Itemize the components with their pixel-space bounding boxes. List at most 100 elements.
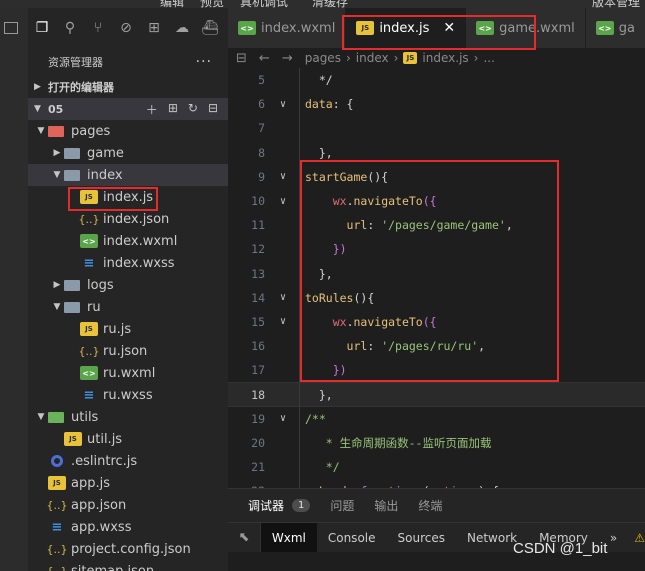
close-icon[interactable]: ✕: [443, 20, 455, 36]
code-text: url: '/pages/ru/ru',: [293, 339, 486, 354]
indent-guide: [299, 406, 300, 431]
editor-tab[interactable]: <> index.wxml: [228, 8, 347, 48]
source-control-icon[interactable]: ⑂: [84, 8, 112, 48]
tree-item-label: util.js: [87, 431, 123, 447]
code-token: '/pages/game/game': [381, 218, 506, 233]
code-text: url: '/pages/game/game',: [293, 218, 513, 232]
panel-tab[interactable]: 调试器 1: [248, 497, 311, 514]
tree-item[interactable]: ▶ logs: [28, 274, 228, 296]
simulator-icon[interactable]: [4, 22, 18, 34]
editor-tab[interactable]: <> ga: [585, 8, 645, 48]
menu-clear-cache[interactable]: 清缓存: [312, 0, 348, 8]
panel-tab[interactable]: 终端: [418, 497, 442, 514]
project-section[interactable]: ▼ 05 ＋ ⊞ ↻ ⊟: [28, 98, 228, 120]
tree-item[interactable]: ≡ index.wxss: [28, 252, 228, 274]
tree-item[interactable]: {..} project.config.json: [28, 538, 228, 560]
panel-tab[interactable]: 问题: [330, 497, 354, 514]
editor-tab[interactable]: JS index.js ✕: [346, 8, 467, 48]
search-icon[interactable]: ⚲: [56, 8, 84, 48]
folder-icon: [48, 125, 64, 137]
indent-guide: [299, 92, 300, 117]
tree-item-label: index.wxml: [103, 233, 178, 249]
menu-edit[interactable]: 编辑: [160, 0, 184, 8]
tree-item[interactable]: ≡ app.wxss: [28, 516, 228, 538]
devtools-tab[interactable]: Console: [317, 523, 387, 553]
code-editor[interactable]: 5 */6 ∨ data: {7 8 }, 9 ∨ startGame(){10 ∨ wx.n…: [228, 68, 645, 488]
code-token: */: [305, 460, 340, 475]
code-token: :: [367, 218, 382, 233]
tree-item[interactable]: ▼ pages: [28, 120, 228, 142]
fold-chevron-icon[interactable]: ∨: [273, 316, 293, 327]
tree-item[interactable]: JS util.js: [28, 428, 228, 450]
extensions-icon[interactable]: ⊞: [140, 8, 168, 48]
chevron-right-icon: ▶: [53, 280, 61, 290]
tree-item[interactable]: ▼ utils: [28, 406, 228, 428]
tree-item[interactable]: JS app.js: [28, 472, 228, 494]
inspect-element-icon[interactable]: ⬉: [228, 522, 261, 553]
tree-item[interactable]: {..} ru.json: [28, 340, 228, 362]
breadcrumb-separator-icon: ›: [393, 51, 399, 65]
docker-icon[interactable]: ⛴: [196, 8, 224, 48]
code-token: },: [305, 387, 333, 402]
code-token: */: [305, 73, 333, 88]
fold-chevron-icon[interactable]: ∨: [273, 171, 293, 182]
panel-tab[interactable]: 输出: [374, 497, 398, 514]
devtools-tab[interactable]: Wxml: [260, 522, 317, 553]
breadcrumb-index[interactable]: index: [356, 51, 389, 65]
breadcrumb-pages[interactable]: pages: [305, 51, 341, 65]
fold-chevron-icon[interactable]: ∨: [273, 99, 293, 110]
chevron-right-icon: ▶: [53, 148, 61, 158]
menu-version[interactable]: 版本管理: [592, 0, 640, 8]
new-folder-icon[interactable]: ⊞: [168, 101, 178, 118]
breadcrumb-separator-icon: ›: [473, 51, 479, 65]
tree-item[interactable]: ▶ game: [28, 142, 228, 164]
tree-item[interactable]: {..} app.json: [28, 494, 228, 516]
fold-chevron-icon[interactable]: ∨: [273, 292, 293, 303]
more-actions-icon[interactable]: ···: [196, 54, 212, 70]
tree-item[interactable]: JS ru.js: [28, 318, 228, 340]
tree-item[interactable]: {..} index.json: [28, 208, 228, 230]
refresh-icon[interactable]: ↻: [188, 101, 198, 118]
files-icon[interactable]: ❐: [28, 8, 56, 48]
tree-item[interactable]: <> ru.wxml: [28, 362, 228, 384]
json-file-icon: {..}: [46, 564, 68, 571]
open-editors-section[interactable]: ▶ 打开的编辑器: [28, 76, 228, 98]
code-token: url: [346, 339, 368, 354]
fold-chevron-icon[interactable]: ∨: [273, 196, 293, 207]
menu-preview[interactable]: 预览: [200, 0, 224, 8]
code-line: 9 ∨ startGame(){: [228, 164, 645, 189]
folder-icon: [48, 411, 64, 423]
tree-item[interactable]: <> index.wxml: [28, 230, 228, 252]
breadcrumb-file[interactable]: index.js: [422, 51, 468, 65]
file-tree: ▼ pages ▶ game ▼ index JS index.js {..} index.jso…: [28, 120, 228, 571]
json-file-icon: {..}: [78, 212, 100, 226]
tree-item[interactable]: ▼ ru: [28, 296, 228, 318]
editor-tab[interactable]: <> game.wxml: [466, 8, 586, 48]
tree-item[interactable]: ≡ ru.wxss: [28, 384, 228, 406]
wxml-file-icon: <>: [80, 366, 98, 380]
code-token: ,: [478, 339, 486, 354]
tree-item[interactable]: JS index.js: [28, 186, 228, 208]
debug-icon[interactable]: ⊘: [112, 8, 140, 48]
tree-item[interactable]: {..} sitemap.json: [28, 560, 228, 571]
arrow-right-icon[interactable]: →: [282, 51, 293, 66]
collapse-all-icon[interactable]: ⊟: [208, 101, 218, 118]
warning-icon[interactable]: ⚠: [634, 531, 645, 545]
watermark: CSDN @1_bit: [513, 540, 608, 557]
menu-device-debug[interactable]: 真机调试: [240, 0, 288, 8]
tree-item[interactable]: .eslintrc.js: [28, 450, 228, 472]
arrow-left-icon[interactable]: ←: [259, 51, 270, 66]
breadcrumb-more[interactable]: ...: [483, 51, 494, 65]
fold-chevron-icon[interactable]: ∨: [273, 413, 293, 424]
nav-back-icon[interactable]: ⊟: [236, 51, 247, 66]
folder-icon: [64, 279, 80, 291]
devtools-tab[interactable]: Sources: [387, 523, 456, 553]
line-number: 21: [251, 460, 265, 475]
line-number: 20: [251, 435, 265, 450]
code-token: ({: [422, 314, 437, 329]
line-number: 8: [258, 145, 265, 160]
tree-item[interactable]: ▼ index: [28, 164, 228, 186]
new-file-icon[interactable]: ＋: [146, 101, 158, 118]
cloud-icon[interactable]: ☁: [168, 8, 196, 48]
